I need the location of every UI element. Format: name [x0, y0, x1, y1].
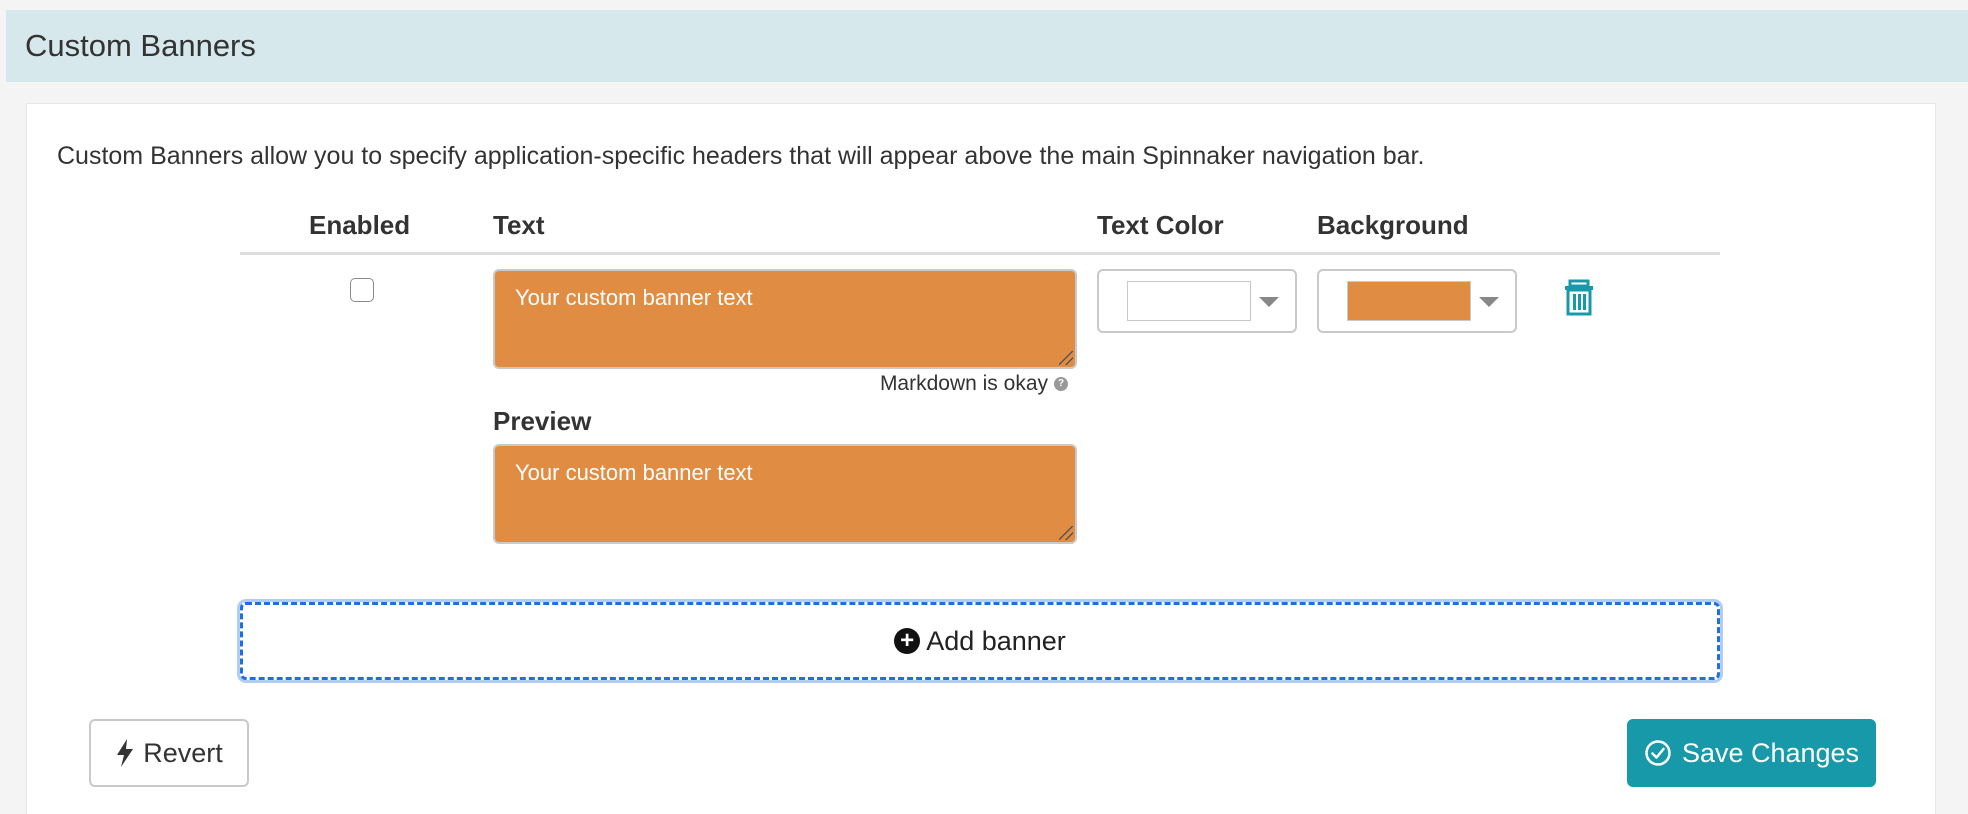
- background-color-picker[interactable]: [1317, 269, 1517, 333]
- section-title: Custom Banners: [25, 28, 256, 63]
- text-color-picker[interactable]: [1097, 269, 1297, 333]
- question-circle-icon[interactable]: ?: [1054, 377, 1068, 391]
- revert-label: Revert: [143, 737, 223, 768]
- banner-preview: Your custom banner text: [493, 444, 1077, 544]
- save-changes-label: Save Changes: [1681, 737, 1860, 768]
- markdown-hint: Markdown is okay ?: [880, 372, 1068, 396]
- header-divider: [240, 252, 1720, 255]
- banner-preview-text: Your custom banner text: [515, 460, 753, 485]
- column-header-text-color: Text Color: [1097, 210, 1224, 240]
- delete-banner-button[interactable]: [1561, 278, 1597, 316]
- resize-handle[interactable]: [1059, 351, 1073, 365]
- chevron-down-icon: [1259, 297, 1279, 307]
- section-header: Custom Banners: [6, 10, 1968, 82]
- lightning-bolt-icon: [117, 739, 134, 767]
- column-header-background: Background: [1317, 210, 1469, 240]
- add-banner-button[interactable]: + Add banner: [240, 602, 1720, 680]
- save-changes-button[interactable]: Save Changes: [1627, 719, 1876, 787]
- custom-banners-panel: Custom Banners allow you to specify appl…: [26, 103, 1936, 814]
- column-header-enabled: Enabled: [309, 210, 411, 240]
- banner-text-input[interactable]: Your custom banner text: [493, 269, 1077, 369]
- banner-text-value: Your custom banner text: [515, 285, 753, 310]
- enabled-checkbox[interactable]: [350, 278, 374, 302]
- preview-label: Preview: [493, 406, 592, 436]
- column-header-text: Text: [493, 210, 545, 240]
- revert-button[interactable]: Revert: [89, 719, 249, 787]
- resize-handle: [1059, 526, 1073, 540]
- trash-icon: [1565, 279, 1593, 316]
- background-color-swatch: [1347, 281, 1471, 321]
- text-color-swatch: [1127, 281, 1251, 321]
- plus-circle-icon: +: [894, 628, 921, 654]
- section-description: Custom Banners allow you to specify appl…: [57, 142, 1425, 170]
- add-banner-label: Add banner: [926, 625, 1066, 656]
- markdown-hint-label: Markdown is okay: [879, 372, 1048, 395]
- check-circle-icon: [1645, 740, 1671, 766]
- chevron-down-icon: [1479, 297, 1499, 307]
